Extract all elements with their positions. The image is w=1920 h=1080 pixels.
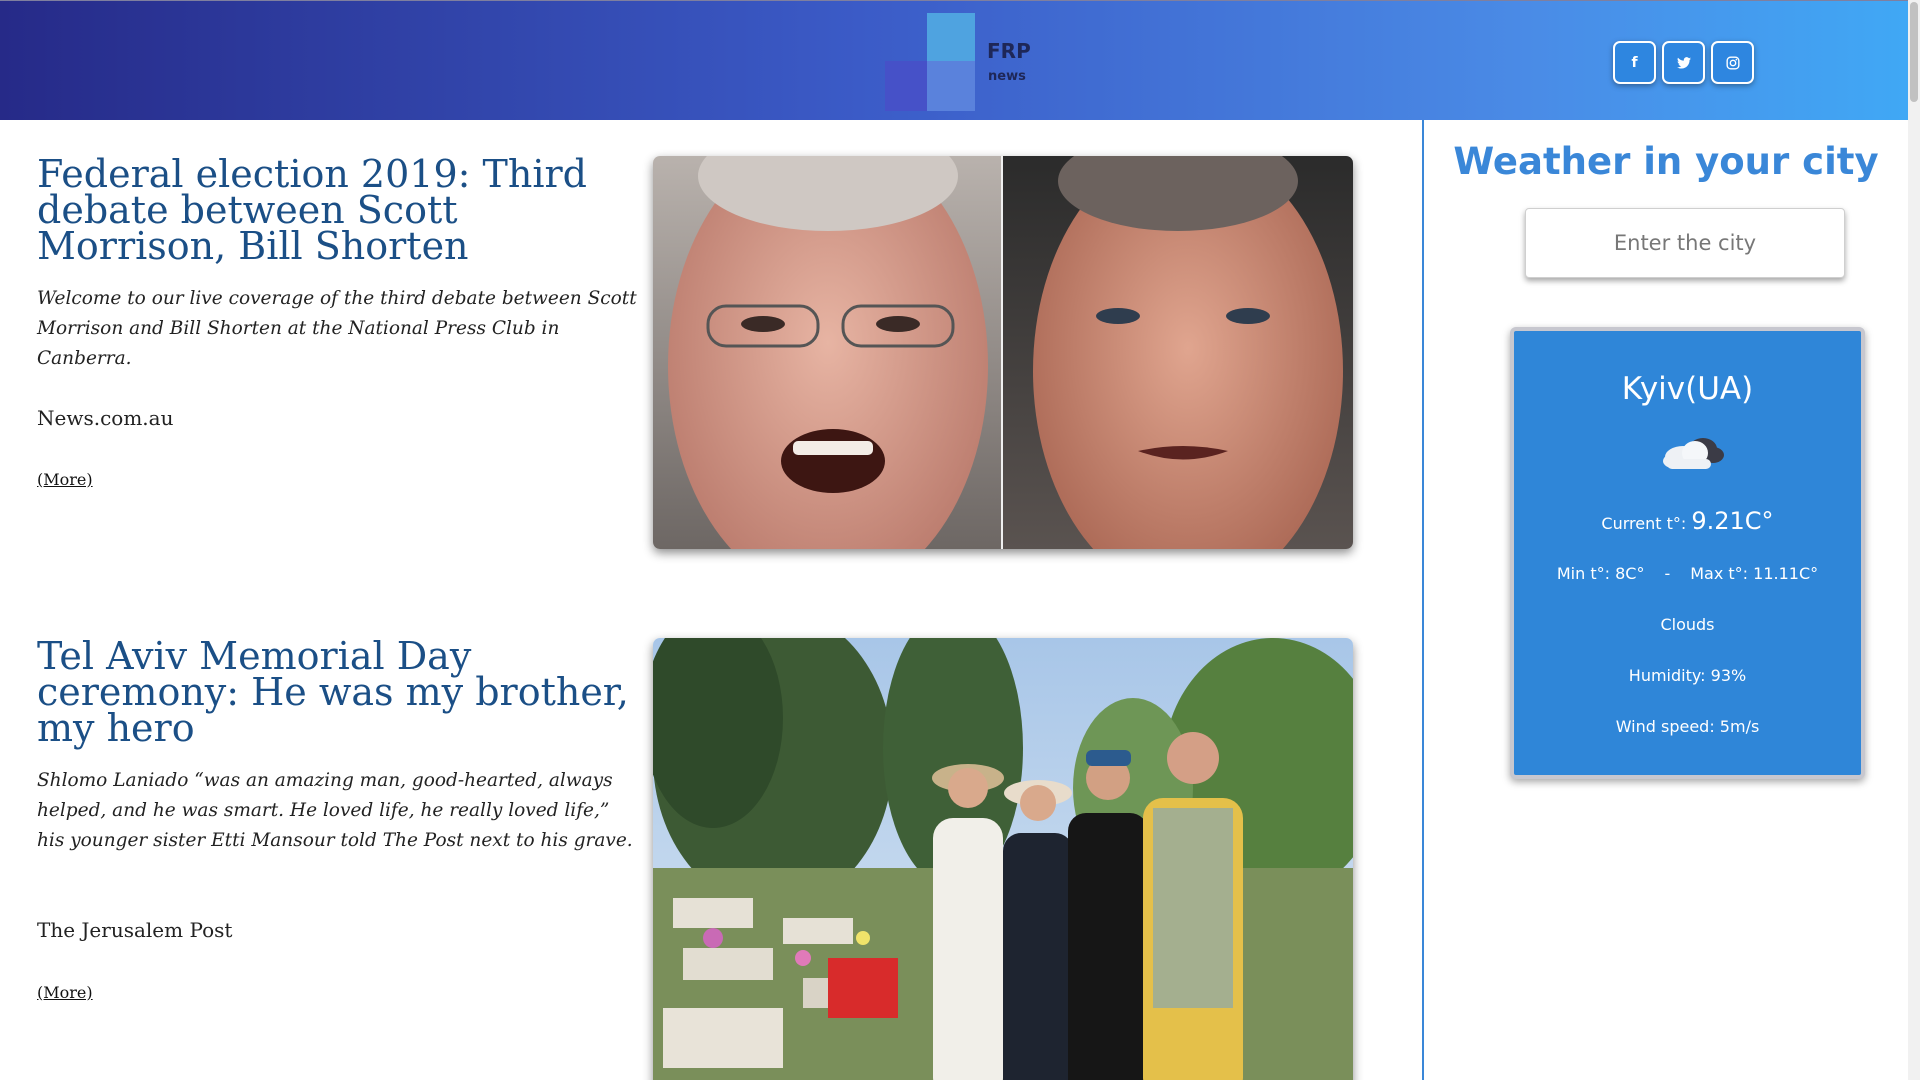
social-links: f (1613, 41, 1754, 84)
column-divider (1422, 120, 1424, 1080)
facebook-icon: f (1631, 54, 1638, 71)
weather-city: Kyiv(UA) (1621, 371, 1754, 407)
article-image[interactable] (653, 156, 1353, 549)
memorial-photo (653, 638, 1353, 1080)
site-header: FRP news f (0, 0, 1908, 120)
twitter-icon (1676, 56, 1691, 69)
logo-subtext: news (988, 69, 1026, 84)
instagram-button[interactable] (1711, 41, 1754, 84)
more-link[interactable]: (More) (37, 470, 93, 489)
frp-logo[interactable]: FRP news (885, 13, 1031, 113)
logo-square-top (927, 13, 975, 61)
min-max-temperature: Min t°: 8C° - Max t°: 11.11C° (1514, 564, 1861, 583)
article-source: News.com.au (37, 406, 174, 430)
current-temp-label: Current t°: (1601, 514, 1692, 533)
article-description: Shlomo Laniado “was an amazing man, good… (37, 770, 633, 851)
article-image[interactable] (653, 638, 1353, 1080)
weather-description: Clouds (1660, 615, 1715, 634)
logo-square-bottom-left (885, 61, 927, 111)
article-source: The Jerusalem Post (37, 918, 233, 942)
humidity: Humidity: 93% (1628, 666, 1747, 685)
twitter-button[interactable] (1662, 41, 1705, 84)
max-temp: Max t°: 11.11C° (1690, 564, 1819, 583)
more-link[interactable]: (More) (37, 983, 93, 1002)
min-temp: Min t°: 8C° (1556, 564, 1645, 583)
news-feed: Federal election 2019: Third debate betw… (0, 120, 1420, 1080)
news-article: Federal election 2019: Third debate betw… (37, 155, 1357, 576)
facebook-button[interactable]: f (1613, 41, 1656, 84)
wind-speed: Wind speed: 5m/s (1615, 717, 1760, 736)
article-description: Welcome to our live coverage of the thir… (37, 288, 637, 369)
news-article: Tel Aviv Memorial Day ceremony: He was m… (37, 637, 1357, 1080)
weather-title: Weather in your city (1453, 140, 1879, 183)
scrollbar-thumb[interactable] (1910, 2, 1918, 102)
city-search-input[interactable] (1525, 208, 1845, 278)
article-title[interactable]: Federal election 2019: Third debate betw… (37, 155, 637, 265)
cloud-icon (1663, 438, 1724, 469)
current-temperature: Current t°: 9.21C° (1514, 507, 1861, 535)
article-title[interactable]: Tel Aviv Memorial Day ceremony: He was m… (37, 637, 637, 747)
instagram-icon (1725, 55, 1740, 70)
debate-photo (653, 156, 1353, 549)
weather-card: Kyiv(UA) Current t°: 9.21C° Min t°: 8C° -… (1510, 327, 1865, 779)
logo-square-bottom-right (927, 61, 975, 111)
logo-text: FRP (987, 39, 1031, 63)
page-scrollbar[interactable] (1908, 0, 1920, 1080)
temp-separator: - (1664, 564, 1671, 583)
current-temp-value: 9.21C° (1691, 507, 1774, 535)
